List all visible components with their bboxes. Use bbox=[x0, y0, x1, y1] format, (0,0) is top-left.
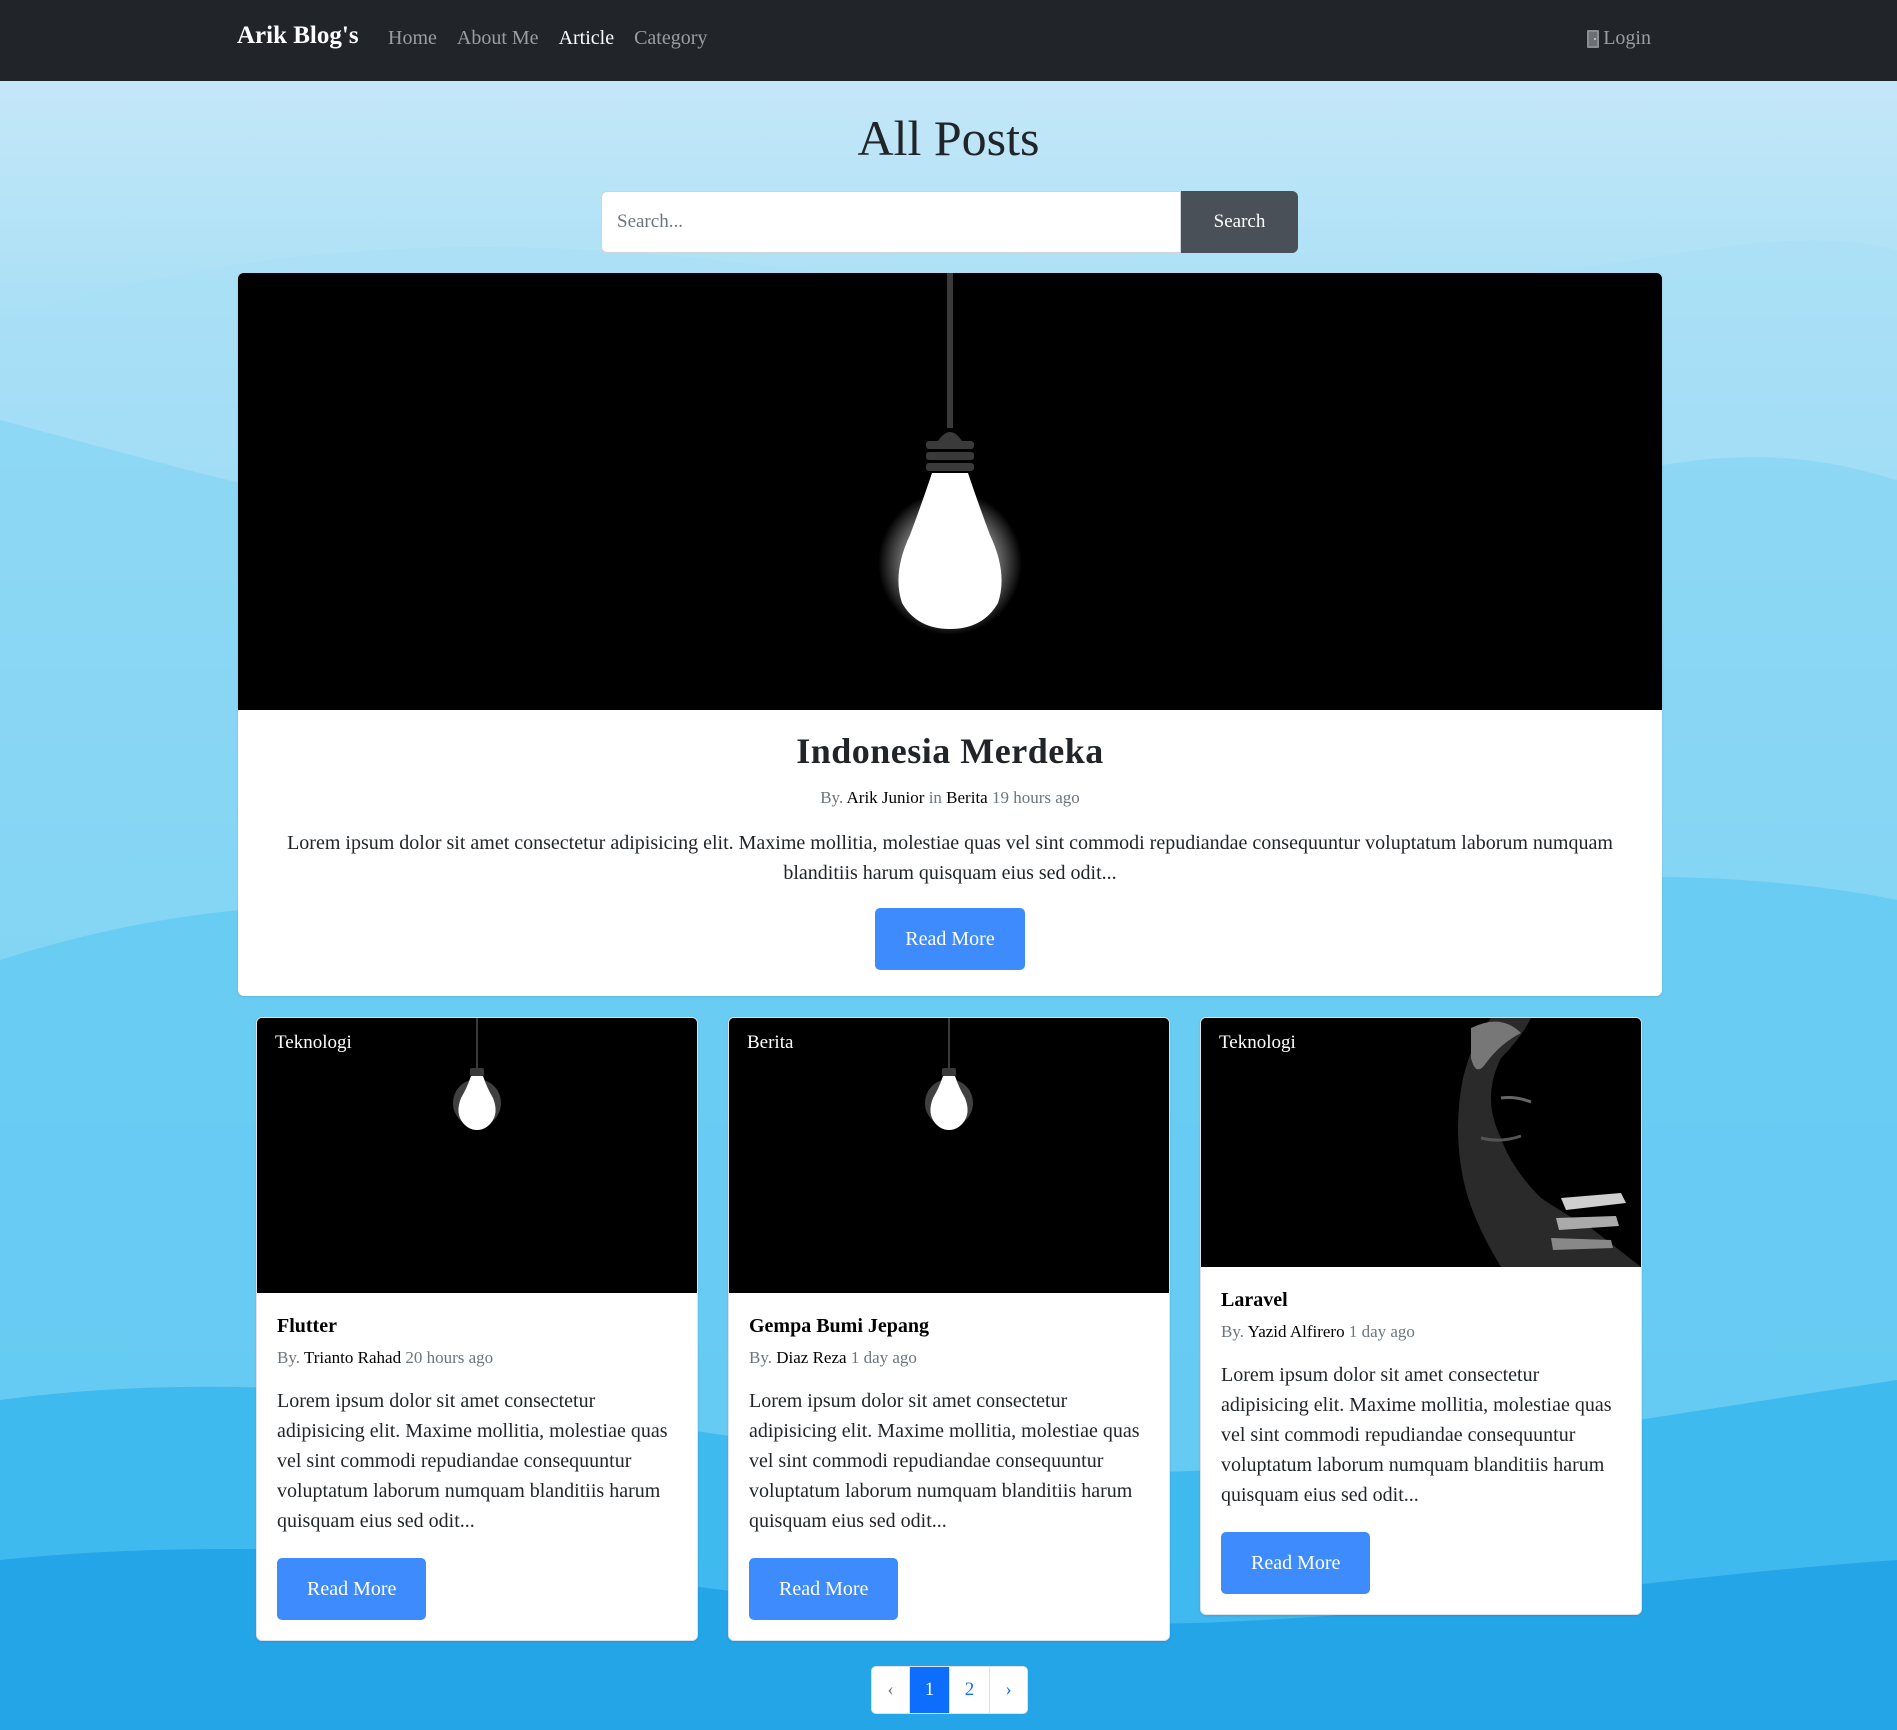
in-label: in bbox=[928, 788, 942, 807]
post-time: 19 hours ago bbox=[991, 788, 1080, 807]
featured-read-more-button[interactable]: Read More bbox=[875, 908, 1025, 970]
post-card-laravel: Teknologi Laravel By. Yazid Alfirero 1 d… bbox=[1200, 1017, 1642, 1615]
light-bulb-image bbox=[257, 1018, 697, 1293]
pagination-page-1[interactable]: 1 bbox=[909, 1667, 949, 1713]
category-badge[interactable]: Teknologi bbox=[267, 1030, 360, 1056]
by-label: By. bbox=[749, 1348, 772, 1367]
post-meta: By. Diaz Reza 1 day ago bbox=[749, 1348, 1149, 1368]
brand-link[interactable]: Arik Blog's bbox=[237, 22, 359, 50]
post-excerpt: Lorem ipsum dolor sit amet consectetur a… bbox=[1221, 1364, 1612, 1506]
page-title: All Posts bbox=[857, 110, 1040, 166]
login-label: Login bbox=[1603, 27, 1651, 49]
read-more-button[interactable]: Read More bbox=[1221, 1532, 1371, 1594]
navbar: Arik Blog's Home About Me Article Catego… bbox=[0, 0, 1897, 81]
author-link[interactable]: Yazid Alfirero bbox=[1248, 1322, 1345, 1341]
post-meta: By. Trianto Rahad 20 hours ago bbox=[277, 1348, 677, 1368]
post-title[interactable]: Laravel bbox=[1221, 1289, 1621, 1312]
category-link[interactable]: Berita bbox=[946, 788, 988, 807]
author-link[interactable]: Trianto Rahad bbox=[304, 1348, 401, 1367]
pagination-next[interactable]: › bbox=[989, 1667, 1027, 1713]
by-label: By. bbox=[1221, 1322, 1244, 1341]
read-more-button[interactable]: Read More bbox=[749, 1558, 899, 1620]
nav-link-about-me[interactable]: About Me bbox=[457, 27, 539, 50]
nav-link-article[interactable]: Article bbox=[559, 27, 615, 50]
post-excerpt: Lorem ipsum dolor sit amet consectetur a… bbox=[749, 1390, 1140, 1532]
post-time: 1 day ago bbox=[1348, 1322, 1415, 1341]
search-form: Search bbox=[601, 191, 1298, 253]
category-badge[interactable]: Berita bbox=[739, 1030, 802, 1056]
post-title[interactable]: Gempa Bumi Jepang bbox=[749, 1315, 1149, 1338]
login-link[interactable]: Login bbox=[1585, 27, 1651, 50]
door-icon bbox=[1587, 29, 1600, 48]
featured-post-title[interactable]: Indonesia Merdeka bbox=[238, 730, 1662, 772]
light-bulb-image bbox=[238, 273, 1662, 710]
pagination: ‹ 1 2 › bbox=[871, 1666, 1028, 1714]
post-card-gempa-bumi-jepang: Berita Gempa Bumi Jepang By. Diaz Reza 1… bbox=[728, 1017, 1170, 1641]
by-label: By. bbox=[820, 788, 844, 807]
pagination-page-2[interactable]: 2 bbox=[949, 1667, 989, 1713]
featured-post-meta: By. Arik Junior in Berita 19 hours ago bbox=[238, 788, 1662, 808]
light-bulb-image bbox=[729, 1018, 1169, 1293]
post-meta: By. Yazid Alfirero 1 day ago bbox=[1221, 1322, 1621, 1342]
by-label: By. bbox=[277, 1348, 300, 1367]
read-more-button[interactable]: Read More bbox=[277, 1558, 427, 1620]
post-time: 20 hours ago bbox=[405, 1348, 494, 1367]
category-badge[interactable]: Teknologi bbox=[1211, 1030, 1304, 1056]
post-excerpt: Lorem ipsum dolor sit amet consectetur a… bbox=[277, 1390, 668, 1532]
search-button[interactable]: Search bbox=[1181, 191, 1298, 253]
author-link[interactable]: Diaz Reza bbox=[776, 1348, 846, 1367]
nav-links: Home About Me Article Category bbox=[388, 27, 727, 50]
featured-post-card: Indonesia Merdeka By. Arik Junior in Ber… bbox=[238, 273, 1662, 996]
post-time: 1 day ago bbox=[850, 1348, 917, 1367]
nav-link-category[interactable]: Category bbox=[634, 27, 707, 50]
nav-link-home[interactable]: Home bbox=[388, 27, 437, 50]
post-title[interactable]: Flutter bbox=[277, 1315, 677, 1338]
pagination-prev[interactable]: ‹ bbox=[872, 1667, 909, 1713]
author-link[interactable]: Arik Junior bbox=[847, 788, 925, 807]
search-input[interactable] bbox=[601, 191, 1181, 253]
featured-post-excerpt: Lorem ipsum dolor sit amet consectetur a… bbox=[287, 832, 1613, 884]
post-card-flutter: Teknologi Flutter By. Trianto Rahad 20 h… bbox=[256, 1017, 698, 1641]
